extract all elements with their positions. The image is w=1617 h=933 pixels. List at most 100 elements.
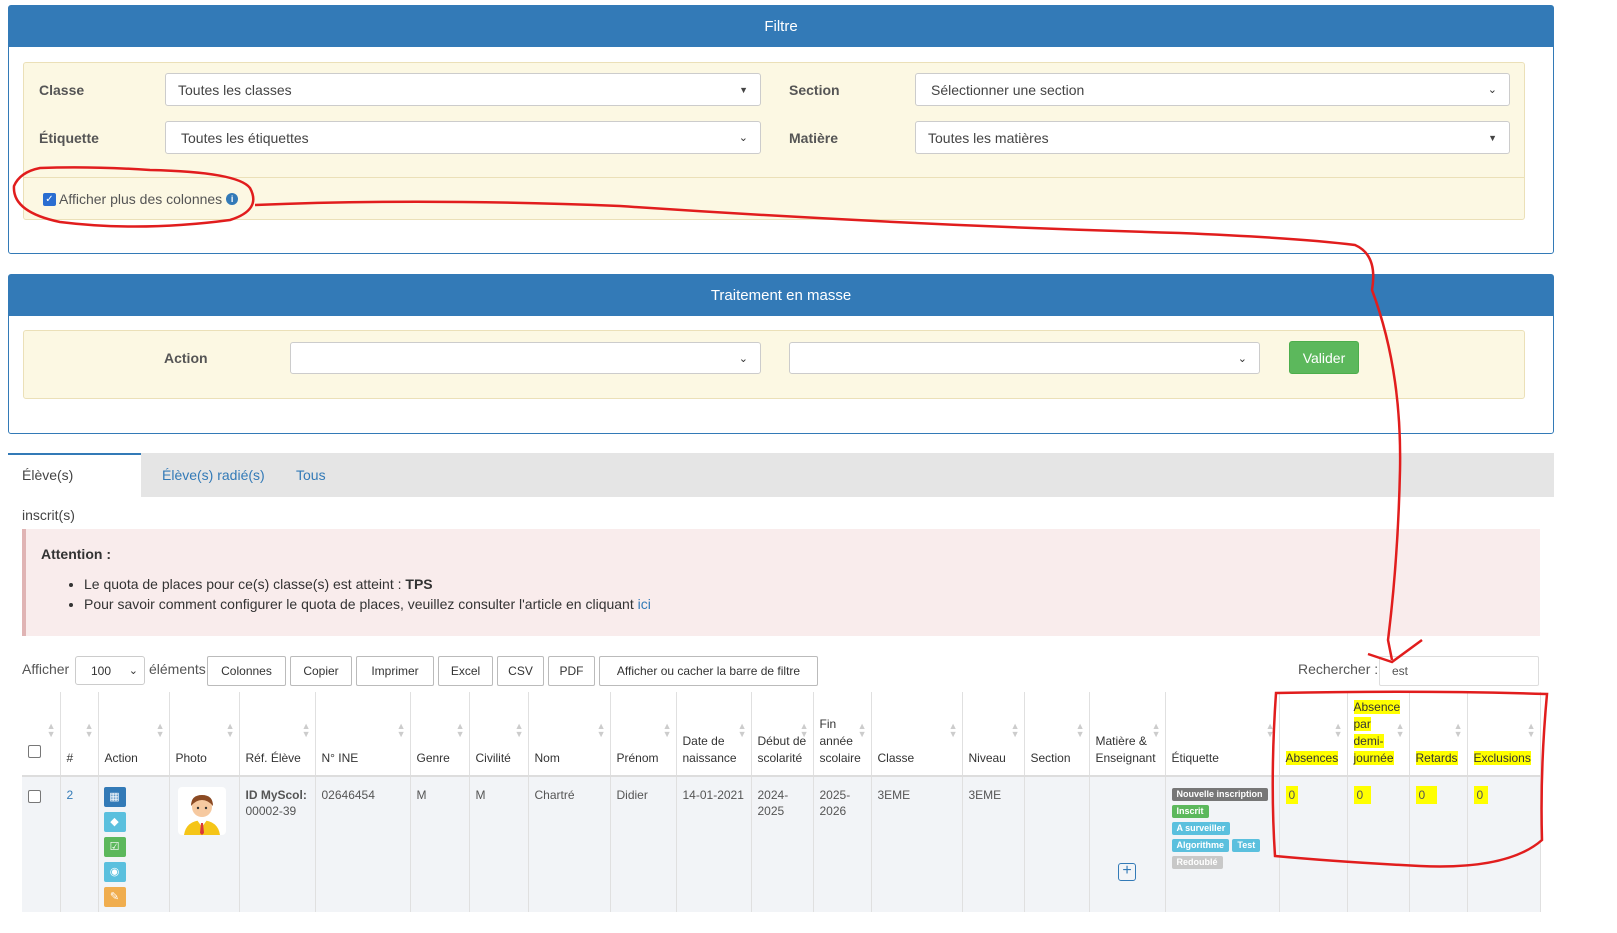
- section-select[interactable]: Sélectionner une section ⌄: [915, 73, 1510, 106]
- tab-enrolled[interactable]: Élève(s) inscrit(s): [8, 453, 141, 523]
- sort-icon[interactable]: ▲ ▼: [456, 722, 465, 739]
- sort-icon[interactable]: ▲ ▼: [1454, 722, 1463, 739]
- excel-button[interactable]: Excel: [438, 656, 493, 686]
- action-select[interactable]: ⌄: [290, 342, 761, 374]
- header-num[interactable]: # ▲ ▼: [60, 692, 99, 777]
- csv-button[interactable]: CSV: [497, 656, 544, 686]
- sort-icon[interactable]: ▲ ▼: [1076, 722, 1085, 739]
- header-ref[interactable]: Réf. Élève ▲ ▼: [239, 692, 316, 777]
- row-photo: [169, 776, 240, 912]
- filter-divider: [24, 177, 1524, 178]
- header-nom[interactable]: Nom ▲ ▼: [528, 692, 611, 777]
- row-civilite: M: [469, 776, 529, 912]
- more-columns-option[interactable]: ✓ Afficher plus des colonnes i: [43, 191, 239, 207]
- sort-icon[interactable]: ▲ ▼: [302, 722, 311, 739]
- header-debut[interactable]: Début de scolarité ▲ ▼: [751, 692, 814, 777]
- sort-icon[interactable]: ▲ ▼: [1334, 722, 1343, 739]
- row-nom: Chartré: [528, 776, 611, 912]
- bulk-panel: Traitement en masse Action ⌄ ⌄ Valider: [8, 274, 1554, 434]
- article-link[interactable]: ici: [638, 596, 651, 612]
- tag-icon[interactable]: ◆: [103, 812, 126, 832]
- search-input[interactable]: est: [1379, 656, 1539, 686]
- copy-button[interactable]: Copier: [290, 656, 352, 686]
- check-square-icon[interactable]: ☑: [103, 837, 126, 857]
- header-matiere[interactable]: Matière & Enseignant ▲ ▼: [1089, 692, 1166, 777]
- header-naissance[interactable]: Date de naissance ▲ ▼: [676, 692, 752, 777]
- alert-list: Le quota de places pour ce(s) classe(s) …: [84, 574, 651, 614]
- toggle-filter-bar-button[interactable]: Afficher ou cacher la barre de filtre: [599, 656, 818, 686]
- sort-icon[interactable]: ▲ ▼: [1011, 722, 1020, 739]
- sort-icon[interactable]: ▲ ▼: [597, 722, 606, 739]
- tab-removed[interactable]: Élève(s) radié(s): [148, 453, 279, 497]
- table-header-row: ▲ ▼ # ▲ ▼ Action ▲ ▼ Photo ▲ ▼ Réf. Élève ▲ ▼ N° …: [22, 692, 1541, 777]
- header-photo[interactable]: Photo ▲ ▼: [169, 692, 240, 777]
- sort-icon[interactable]: ▲ ▼: [226, 722, 235, 739]
- eye-icon[interactable]: ◉: [103, 862, 126, 882]
- row-num-link[interactable]: 2: [67, 788, 74, 802]
- header-retards[interactable]: Retards ▲ ▼: [1409, 692, 1468, 777]
- sort-icon[interactable]: ▲ ▼: [85, 722, 94, 739]
- action-label: Action: [164, 350, 208, 366]
- header-genre[interactable]: Genre ▲ ▼: [410, 692, 470, 777]
- sort-icon[interactable]: ▲ ▼: [515, 722, 524, 739]
- sort-icon[interactable]: ▲ ▼: [1266, 722, 1275, 739]
- row-section: [1024, 776, 1090, 912]
- sort-icon[interactable]: ▲ ▼: [156, 722, 165, 739]
- sort-icon[interactable]: ▲ ▼: [800, 722, 809, 739]
- chevron-down-icon: ▼: [739, 84, 748, 95]
- header-absences[interactable]: Absences ▲ ▼: [1279, 692, 1348, 777]
- info-icon[interactable]: i: [226, 193, 239, 205]
- classe-select-value: Toutes les classes: [178, 81, 292, 98]
- select-all-checkbox[interactable]: [28, 745, 41, 758]
- sort-icon[interactable]: ▲ ▼: [858, 722, 867, 739]
- sort-icon[interactable]: ▲ ▼: [397, 722, 406, 739]
- etiquette-select-value: Toutes les étiquettes: [181, 129, 309, 146]
- edit-icon[interactable]: ✎: [103, 887, 126, 907]
- header-absence-demi-journee[interactable]: Absence par demi-journée ▲ ▼: [1347, 692, 1410, 777]
- page-length-select[interactable]: 100 ⌄: [75, 656, 145, 685]
- section-label: Section: [789, 82, 840, 98]
- section-select-value: Sélectionner une section: [931, 81, 1085, 98]
- action-option-select[interactable]: ⌄: [789, 342, 1260, 374]
- tab-all[interactable]: Tous: [282, 453, 340, 497]
- etiquette-label: Étiquette: [39, 130, 99, 146]
- header-civilite[interactable]: Civilité ▲ ▼: [469, 692, 529, 777]
- header-classe[interactable]: Classe ▲ ▼: [871, 692, 963, 777]
- plus-square-icon[interactable]: +: [1118, 863, 1136, 881]
- avatar[interactable]: [177, 787, 226, 835]
- sort-icon[interactable]: ▲ ▼: [1396, 722, 1405, 739]
- matiere-select[interactable]: Toutes les matières ▼: [915, 121, 1510, 154]
- columns-button[interactable]: Colonnes: [207, 656, 286, 686]
- row-fin: 2025-2026: [813, 776, 872, 912]
- header-niveau[interactable]: Niveau ▲ ▼: [962, 692, 1025, 777]
- header-exclusions[interactable]: Exclusions ▲ ▼: [1467, 692, 1541, 777]
- row-checkbox[interactable]: [28, 790, 41, 803]
- sort-icon[interactable]: ▲ ▼: [663, 722, 672, 739]
- sort-icon[interactable]: ▲ ▼: [738, 722, 747, 739]
- select-all-header[interactable]: ▲ ▼: [22, 692, 61, 777]
- students-table: ▲ ▼ # ▲ ▼ Action ▲ ▼ Photo ▲ ▼ Réf. Élève ▲ ▼ N° …: [22, 692, 1541, 912]
- validate-button[interactable]: Valider: [1289, 341, 1359, 374]
- row-select-cell: [22, 776, 61, 912]
- row-etiquette: Nouvelle inscription Inscrit A surveille…: [1165, 776, 1280, 912]
- header-prenom[interactable]: Prénom ▲ ▼: [610, 692, 677, 777]
- calendar-icon[interactable]: ▦: [103, 787, 126, 807]
- pdf-button[interactable]: PDF: [548, 656, 595, 686]
- classe-select[interactable]: Toutes les classes ▼: [165, 73, 761, 106]
- header-section[interactable]: Section ▲ ▼: [1024, 692, 1090, 777]
- sort-icon[interactable]: ▲ ▼: [1152, 722, 1161, 739]
- row-absences: 0: [1279, 776, 1348, 912]
- more-columns-checkbox[interactable]: ✓: [43, 192, 56, 206]
- etiquette-select[interactable]: Toutes les étiquettes ⌄: [165, 121, 761, 154]
- sort-icon[interactable]: ▲ ▼: [47, 722, 56, 739]
- sort-icon[interactable]: ▲ ▼: [949, 722, 958, 739]
- chevron-down-icon: ▼: [1488, 132, 1497, 143]
- header-fin[interactable]: Fin année scolaire ▲ ▼: [813, 692, 872, 777]
- alert-line-article: Pour savoir comment configurer le quota …: [84, 594, 651, 614]
- sort-icon[interactable]: ▲ ▼: [1527, 722, 1536, 739]
- header-etiquette[interactable]: Étiquette ▲ ▼: [1165, 692, 1280, 777]
- print-button[interactable]: Imprimer: [356, 656, 434, 686]
- header-ine[interactable]: N° INE ▲ ▼: [315, 692, 411, 777]
- header-action[interactable]: Action ▲ ▼: [98, 692, 170, 777]
- ref-value: 00002-39: [245, 804, 297, 818]
